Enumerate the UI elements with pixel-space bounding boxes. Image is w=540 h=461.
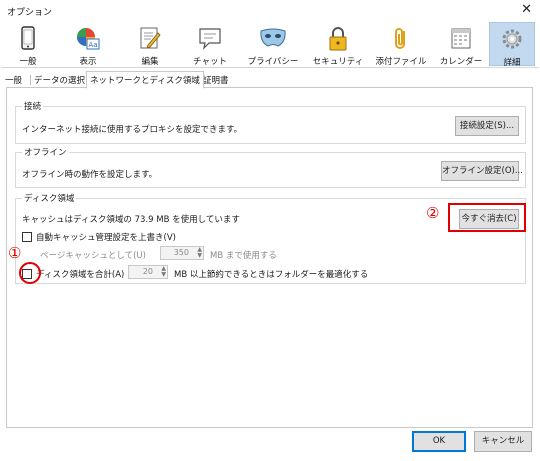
compact-threshold-unit: MB 以上節約できるときはフォルダーを最適化する [174, 270, 369, 280]
toolbar-label: 表示 [79, 57, 97, 67]
gear-icon [499, 26, 525, 57]
compact-folders-label: ディスク領域を合計(A) [36, 270, 125, 280]
highlight-box [448, 203, 526, 232]
compact-threshold-input[interactable]: 20 ▲ ▼ [128, 265, 168, 279]
calendar-icon [449, 25, 473, 56]
toolbar-label: 編集 [141, 57, 159, 67]
svg-text:Aa: Aa [89, 41, 98, 49]
window-title: オプション [7, 8, 53, 18]
spinner-icon[interactable]: ▲ ▼ [197, 247, 202, 259]
annotation-marker-1: ① [8, 244, 22, 262]
category-toolbar: 一般 Aa 表示 編集 チャット プライバシー セキュリティ 添付ファイル カレ… [1, 20, 539, 68]
page-cache-size-input[interactable]: 350 ▲ ▼ [160, 246, 204, 260]
close-icon[interactable]: ✕ [521, 2, 532, 17]
offline-group: オフライン オフライン時の動作を設定します。 オフライン設定(O)... [15, 146, 526, 188]
toolbar-label: セキュリティ [312, 57, 364, 67]
edit-icon [138, 25, 162, 56]
connection-group: 接続 インターネット接続に使用するプロキシを設定できます。 接続設定(S)... [15, 100, 526, 144]
chat-icon [197, 25, 223, 56]
cache-usage-text: キャッシュはディスク領域の 73.9 MB を使用しています [22, 215, 240, 225]
offline-settings-button[interactable]: オフライン設定(O)... [441, 161, 523, 181]
toolbar-label: プライバシー [247, 57, 299, 67]
tab-network[interactable]: ネットワークとディスク領域 [86, 71, 204, 89]
toolbar-chat[interactable]: チャット [183, 22, 237, 67]
tab-general[interactable]: 一般 [2, 72, 25, 88]
phone-icon [17, 25, 39, 56]
spinner-icon[interactable]: ▲ ▼ [161, 266, 166, 278]
annotation-marker-2: ② [426, 204, 440, 222]
toolbar-display[interactable]: Aa 表示 [61, 22, 115, 67]
disk-legend: ディスク領域 [22, 192, 77, 204]
title-bar: オプション ✕ [0, 0, 540, 20]
override-cache-checkbox[interactable] [22, 232, 32, 242]
page-cache-unit: MB まで使用する [210, 251, 277, 261]
toolbar-general[interactable]: 一般 [3, 22, 53, 67]
tab-panel: 接続 インターネット接続に使用するプロキシを設定できます。 接続設定(S)...… [6, 87, 533, 428]
paperclip-icon [391, 25, 411, 56]
toolbar-edit[interactable]: 編集 [123, 22, 177, 67]
toolbar-security[interactable]: セキュリティ [307, 22, 369, 67]
toolbar-label: カレンダー [439, 57, 483, 67]
toolbar-advanced[interactable]: 詳細 [489, 22, 535, 68]
toolbar-label: 詳細 [503, 58, 521, 68]
mask-icon [259, 25, 287, 56]
page-cache-size-value: 350 [173, 248, 189, 257]
toolbar-label: 一般 [19, 57, 37, 67]
connection-settings-button[interactable]: 接続設定(S)... [455, 116, 519, 136]
highlight-circle [19, 262, 41, 284]
toolbar-attachments[interactable]: 添付ファイル [371, 22, 431, 67]
compact-threshold-value: 20 [142, 267, 153, 276]
offline-legend: オフライン [22, 146, 69, 158]
cancel-button[interactable]: キャンセル [474, 431, 532, 452]
toolbar-label: 添付ファイル [375, 57, 427, 67]
offline-description: オフライン時の動作を設定します。 [22, 170, 158, 180]
page-cache-label: ページキャッシュとして(U) [40, 251, 146, 261]
toolbar-label: チャット [193, 57, 227, 67]
ok-button[interactable]: OK [412, 431, 466, 452]
toolbar-privacy[interactable]: プライバシー [243, 22, 303, 67]
tab-certificates[interactable]: 証明書 [200, 72, 232, 88]
override-cache-label: 自動キャッシュ管理設定を上書き(V) [36, 233, 176, 243]
lock-icon [326, 25, 350, 56]
tab-data-choices[interactable]: データの選択 [31, 72, 88, 88]
toolbar-calendar[interactable]: カレンダー [433, 22, 489, 67]
connection-description: インターネット接続に使用するプロキシを設定できます。 [22, 125, 243, 135]
connection-legend: 接続 [22, 100, 44, 112]
display-icon: Aa [75, 25, 101, 56]
